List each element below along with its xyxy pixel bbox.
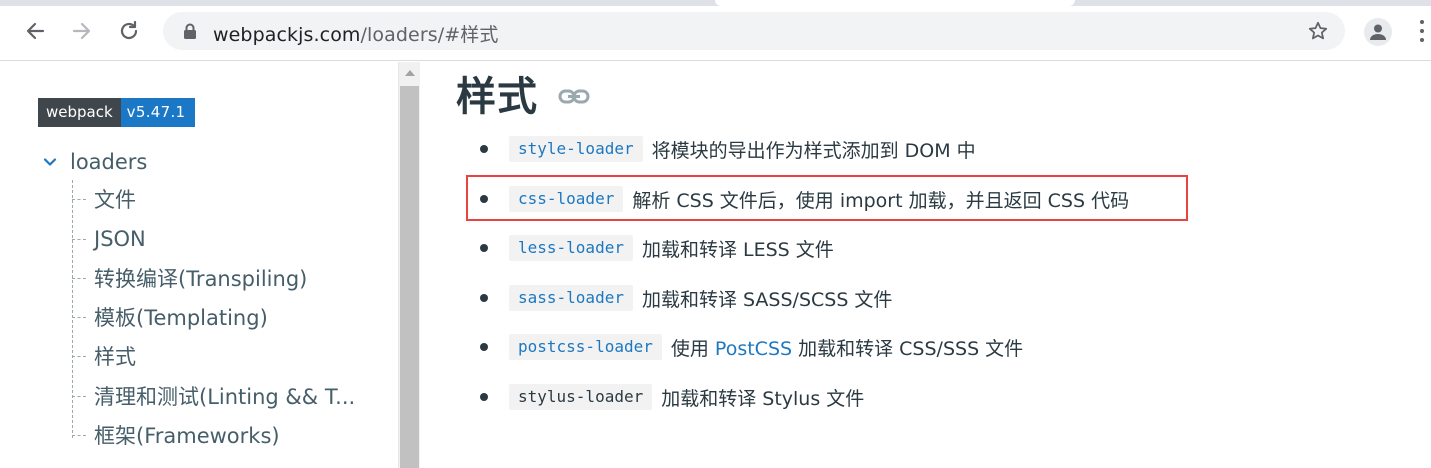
postcss-link[interactable]: PostCSS <box>715 338 792 360</box>
list-item: less-loader 加载和转译 LESS 文件 <box>480 231 834 265</box>
list-item: css-loader 解析 CSS 文件后，使用 import 加载，并且返回 … <box>480 182 1129 216</box>
loader-description: 使用 PostCSS 加载和转译 CSS/SSS 文件 <box>671 334 1023 361</box>
bullet-icon <box>480 244 488 252</box>
bullet-icon <box>480 195 488 203</box>
bullet-icon <box>480 294 488 302</box>
person-icon <box>1370 24 1386 40</box>
sidebar-item-frameworks[interactable]: 框架(Frameworks) <box>72 420 280 450</box>
version-name: webpack <box>38 98 121 127</box>
star-icon[interactable] <box>1307 20 1329 42</box>
sidebar: webpack v5.47.1 loaders 文件 JSON 转换编译(Tra… <box>0 62 398 468</box>
loader-description: 加载和转译 LESS 文件 <box>641 238 834 261</box>
sidebar-item-label: 样式 <box>94 345 136 369</box>
lock-icon[interactable] <box>183 23 197 40</box>
loader-description: 加载和转译 SASS/SCSS 文件 <box>641 288 893 311</box>
version-number: v5.47.1 <box>120 98 196 127</box>
sidebar-item-styling[interactable]: 样式 <box>72 341 136 371</box>
description-suffix: 加载和转译 CSS/SSS 文件 <box>798 337 1024 360</box>
link-icon[interactable] <box>558 88 590 106</box>
loader-code: stylus-loader <box>509 384 653 410</box>
sidebar-item-label: 转换编译(Transpiling) <box>94 267 308 291</box>
arrow-right-icon <box>72 22 91 40</box>
loader-code: postcss-loader <box>509 334 662 360</box>
sidebar-root-label: loaders <box>70 150 148 174</box>
loader-code: style-loader <box>509 136 643 162</box>
main-content: 样式 style-loader 将模块的导出作为样式添加到 DOM 中 css-… <box>420 62 1431 468</box>
browser-toolbar: webpackjs.com/loaders/#样式 <box>0 6 1431 60</box>
sidebar-item-files[interactable]: 文件 <box>72 184 136 214</box>
toolbar-divider <box>0 60 1431 61</box>
scroll-thumb[interactable] <box>400 86 419 468</box>
sidebar-scrollbar[interactable] <box>398 62 420 468</box>
reload-icon <box>120 20 138 40</box>
list-item: postcss-loader 使用 PostCSS 加载和转译 CSS/SSS … <box>480 330 1023 364</box>
bullet-icon <box>480 393 488 401</box>
bullet-icon <box>480 145 488 153</box>
list-item: sass-loader 加载和转译 SASS/SCSS 文件 <box>480 281 892 315</box>
loader-code: css-loader <box>509 186 624 212</box>
loader-description: 将模块的导出作为样式添加到 DOM 中 <box>651 139 976 162</box>
sidebar-item-transpiling[interactable]: 转换编译(Transpiling) <box>72 263 307 293</box>
sidebar-item-label: 框架(Frameworks) <box>94 424 280 448</box>
profile-button[interactable] <box>1364 18 1392 46</box>
reload-button[interactable] <box>114 16 144 46</box>
sidebar-item-templating[interactable]: 模板(Templating) <box>72 302 268 332</box>
url-text[interactable]: webpackjs.com/loaders/#样式 <box>213 20 498 47</box>
sidebar-item-label: JSON <box>94 227 146 251</box>
arrow-left-icon <box>26 22 45 40</box>
version-badge[interactable]: webpack v5.47.1 <box>38 98 196 127</box>
loader-description: 解析 CSS 文件后，使用 import 加载，并且返回 CSS 代码 <box>632 189 1130 212</box>
section-heading: 样式 <box>456 64 590 122</box>
loader-code: less-loader <box>509 235 633 261</box>
back-button[interactable] <box>20 16 50 46</box>
url-path: /loaders/#样式 <box>360 24 499 46</box>
sidebar-item-linting[interactable]: 清理和测试(Linting && T... <box>72 381 355 411</box>
sidebar-item-label: 模板(Templating) <box>94 306 268 330</box>
address-bar[interactable]: webpackjs.com/loaders/#样式 <box>163 12 1345 50</box>
description-prefix: 使用 <box>670 337 709 360</box>
loader-description: 加载和转译 Stylus 文件 <box>661 387 865 410</box>
loader-code: sass-loader <box>509 285 633 311</box>
chevron-down-icon[interactable] <box>42 154 58 170</box>
sidebar-item-label: 文件 <box>94 188 136 212</box>
sidebar-item-label: 清理和测试(Linting && T... <box>94 385 356 409</box>
list-item: stylus-loader 加载和转译 Stylus 文件 <box>480 380 864 414</box>
url-host: webpackjs.com <box>213 24 361 46</box>
page-title: 样式 <box>456 74 538 120</box>
list-item: style-loader 将模块的导出作为样式添加到 DOM 中 <box>480 132 976 166</box>
sidebar-item-loaders[interactable]: loaders <box>42 150 147 174</box>
forward-button[interactable] <box>67 16 97 46</box>
three-dots-icon[interactable] <box>1416 20 1428 46</box>
bullet-icon <box>480 343 488 351</box>
scroll-up-arrow-icon[interactable] <box>405 70 415 76</box>
sidebar-item-json[interactable]: JSON <box>72 224 146 254</box>
browser-chrome: webpackjs.com/loaders/#样式 <box>0 0 1431 62</box>
